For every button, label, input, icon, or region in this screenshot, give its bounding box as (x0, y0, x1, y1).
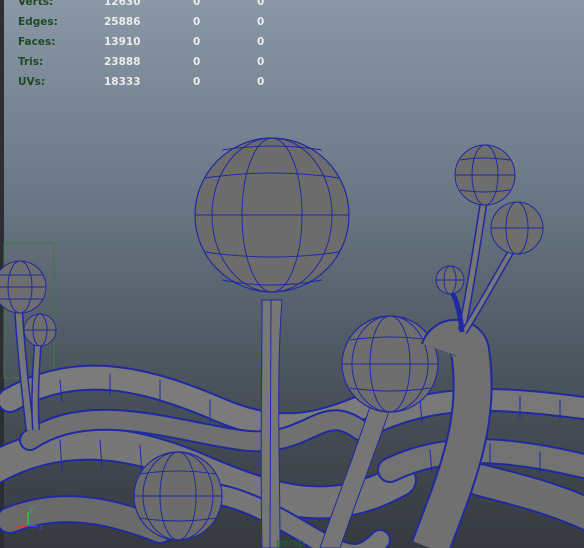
hud-value: 25886 (104, 16, 141, 28)
hud-value: 0 (257, 16, 265, 28)
hud-label: Edges: (18, 16, 58, 28)
3d-viewport[interactable]: Verts: 12630 0 0 Edges: 25886 0 0 Faces:… (0, 0, 584, 548)
mushroom-scene[interactable] (0, 0, 584, 548)
axis-x-label: x (15, 523, 19, 531)
hud-value: 0 (193, 36, 201, 48)
hud-value: 0 (193, 76, 201, 88)
axis-y-label: y (29, 506, 33, 514)
right-mushroom-cluster[interactable] (435, 144, 544, 334)
hud-value: 0 (257, 0, 265, 8)
hud-label: UVs: (18, 76, 46, 88)
hud-value: 0 (257, 56, 265, 68)
front-mushroom[interactable] (319, 315, 439, 548)
hud-label: Verts: (18, 0, 54, 8)
hud-value: 23888 (104, 56, 141, 68)
tube-mesh[interactable] (0, 364, 584, 548)
camera-name-label: persp (276, 538, 305, 548)
axis-z-label: z (39, 523, 43, 531)
hud-value: 18333 (104, 76, 141, 88)
axis-gizmo-icon: y x z (15, 506, 43, 531)
bottom-mushroom[interactable] (133, 451, 223, 541)
hud-value: 0 (257, 76, 265, 88)
hud-label: Faces: (18, 36, 56, 48)
hud-label: Tris: (18, 56, 44, 68)
hud-value: 0 (193, 0, 201, 8)
hud-value: 13910 (104, 36, 141, 48)
hud-value: 0 (193, 56, 201, 68)
hud-value: 12630 (104, 0, 141, 8)
hud-value: 0 (257, 36, 265, 48)
hud-value: 0 (193, 16, 201, 28)
